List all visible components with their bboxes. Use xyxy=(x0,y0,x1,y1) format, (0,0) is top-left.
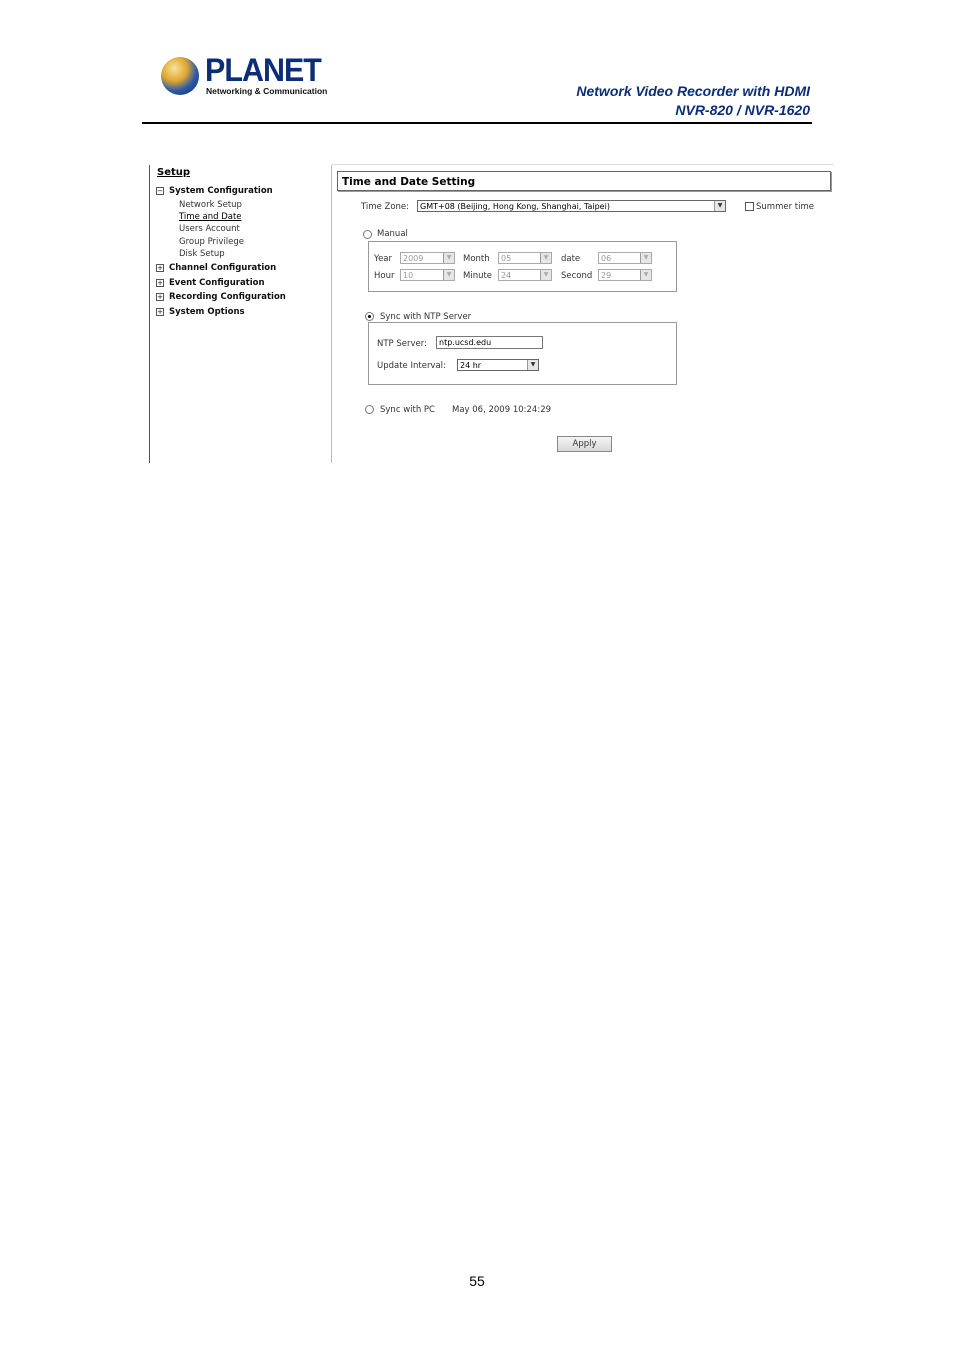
minute-value: 24 xyxy=(501,271,512,280)
summer-time-label: Summer time xyxy=(756,202,814,212)
update-interval-value: 24 hr xyxy=(460,361,482,370)
sidebar-item-time-and-date[interactable]: Time and Date xyxy=(179,212,242,222)
apply-button[interactable]: Apply xyxy=(557,436,612,452)
sidebar-divider xyxy=(331,165,332,463)
pc-datetime: May 06, 2009 10:24:29 xyxy=(452,405,552,415)
month-value: 05 xyxy=(501,254,512,263)
month-select[interactable]: 05 ▼ xyxy=(498,252,552,264)
section-label: Event Configuration xyxy=(169,278,265,288)
sidebar-item-users-account[interactable]: Users Account xyxy=(179,224,240,234)
date-select[interactable]: 06 ▼ xyxy=(598,252,652,264)
hour-value: 10 xyxy=(403,271,414,280)
ntp-server-input[interactable]: ntp.ucsd.edu xyxy=(436,336,543,349)
time-zone-value: GMT+08 (Beijing, Hong Kong, Shanghai, Ta… xyxy=(420,202,610,211)
date-value: 06 xyxy=(601,254,612,263)
minute-select[interactable]: 24 ▼ xyxy=(498,269,552,281)
dropdown-arrow-icon[interactable]: ▼ xyxy=(443,270,454,280)
dropdown-arrow-icon[interactable]: ▼ xyxy=(527,360,538,370)
dropdown-arrow-icon[interactable]: ▼ xyxy=(640,270,651,280)
sidebar-section-system-options[interactable]: + System Options xyxy=(156,307,245,317)
section-label: System Options xyxy=(169,307,245,317)
sidebar-section-recording-configuration[interactable]: + Recording Configuration xyxy=(156,292,286,302)
plus-box-icon[interactable]: + xyxy=(156,278,164,287)
summer-time-checkbox[interactable] xyxy=(745,202,754,211)
setup-sidebar: Setup − System Configuration Network Setu… xyxy=(150,165,330,463)
globe-icon xyxy=(161,57,199,95)
manual-label: Manual xyxy=(377,229,408,239)
hour-label: Hour xyxy=(374,271,395,281)
second-label: Second xyxy=(561,271,593,281)
plus-box-icon[interactable]: + xyxy=(156,307,164,316)
second-select[interactable]: 29 ▼ xyxy=(598,269,652,281)
dropdown-arrow-icon[interactable]: ▼ xyxy=(443,253,454,263)
plus-box-icon[interactable]: + xyxy=(156,292,164,301)
header-divider xyxy=(142,122,812,124)
section-label: Recording Configuration xyxy=(169,292,286,302)
sidebar-item-group-privilege[interactable]: Group Privilege xyxy=(179,237,244,247)
setup-link[interactable]: Setup xyxy=(157,167,190,178)
page-number: 55 xyxy=(469,1273,485,1289)
logo-brand: PLANET xyxy=(205,52,322,88)
sidebar-section-channel-configuration[interactable]: + Channel Configuration xyxy=(156,263,276,273)
minus-box-icon[interactable]: − xyxy=(156,186,164,195)
manual-group xyxy=(368,241,677,292)
document-title: Network Video Recorder with HDMI NVR-820… xyxy=(576,82,810,120)
year-select[interactable]: 2009 ▼ xyxy=(400,252,455,264)
ntp-server-label: NTP Server: xyxy=(377,339,427,349)
dropdown-arrow-icon[interactable]: ▼ xyxy=(540,270,551,280)
sidebar-item-disk-setup[interactable]: Disk Setup xyxy=(179,249,225,259)
section-label: System Configuration xyxy=(169,186,273,196)
sidebar-item-network-setup[interactable]: Network Setup xyxy=(179,200,242,210)
month-label: Month xyxy=(463,254,490,264)
hour-select[interactable]: 10 ▼ xyxy=(400,269,455,281)
ntp-group xyxy=(368,322,677,385)
second-value: 29 xyxy=(601,271,612,280)
time-zone-select[interactable]: GMT+08 (Beijing, Hong Kong, Shanghai, Ta… xyxy=(417,200,726,212)
year-label: Year xyxy=(374,254,392,264)
section-label: Channel Configuration xyxy=(169,263,277,273)
plus-box-icon[interactable]: + xyxy=(156,263,164,272)
ntp-radio[interactable] xyxy=(365,312,374,321)
document-title-line2: NVR-820 / NVR-1620 xyxy=(675,102,810,118)
time-zone-label: Time Zone: xyxy=(361,202,410,212)
dropdown-arrow-icon[interactable]: ▼ xyxy=(640,253,651,263)
logo-tagline: Networking & Communication xyxy=(206,86,328,96)
manual-radio[interactable] xyxy=(363,230,372,239)
planet-logo: PLANET Networking & Communication xyxy=(161,52,327,100)
sync-pc-radio[interactable] xyxy=(365,405,374,414)
date-label: date xyxy=(561,254,581,264)
update-interval-label: Update Interval: xyxy=(377,361,446,371)
dropdown-arrow-icon[interactable]: ▼ xyxy=(540,253,551,263)
dropdown-arrow-icon[interactable]: ▼ xyxy=(714,201,725,211)
screenshot-top-border xyxy=(332,164,834,165)
sidebar-section-system-configuration[interactable]: − System Configuration xyxy=(156,186,273,196)
sidebar-section-event-configuration[interactable]: + Event Configuration xyxy=(156,278,265,288)
minute-label: Minute xyxy=(463,271,493,281)
panel-title: Time and Date Setting xyxy=(337,171,831,191)
update-interval-select[interactable]: 24 hr ▼ xyxy=(457,359,539,371)
sync-pc-label: Sync with PC xyxy=(380,405,435,415)
ntp-label: Sync with NTP Server xyxy=(380,312,472,322)
document-title-line1: Network Video Recorder with HDMI xyxy=(576,83,810,99)
year-value: 2009 xyxy=(403,254,424,263)
